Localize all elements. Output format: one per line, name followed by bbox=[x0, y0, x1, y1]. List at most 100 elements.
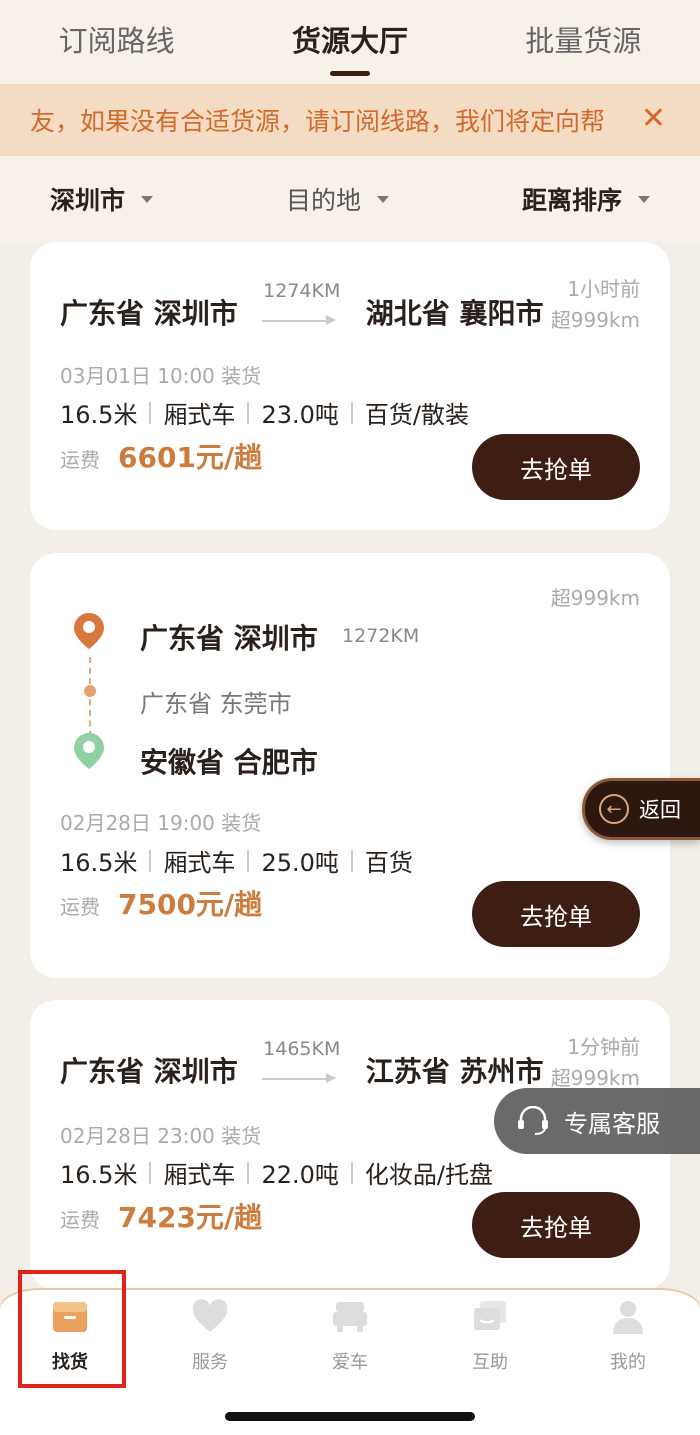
arrow-right-icon bbox=[261, 320, 332, 322]
via-city: 广东省 东莞市 bbox=[140, 690, 292, 718]
tab-cargo-hall-label: 货源大厅 bbox=[291, 24, 408, 58]
post-time: 1分钟前 bbox=[567, 1035, 640, 1059]
freight: 运费 6601元/趟 bbox=[60, 436, 262, 476]
distance-limit: 超999km bbox=[550, 586, 640, 610]
caret-down-icon bbox=[141, 195, 154, 203]
filter-bar: 深圳市 目的地 距离排序 bbox=[0, 156, 700, 242]
route-distance: 1465KM bbox=[256, 1038, 348, 1090]
back-label: 返回 bbox=[639, 798, 681, 822]
cargo-card[interactable]: 1小时前 超999km 广东省 深圳市 1274KM 湖北省 襄阳市 03月01… bbox=[30, 242, 670, 530]
origin-filter-label: 深圳市 bbox=[50, 186, 126, 215]
divider bbox=[247, 849, 250, 872]
nav-label: 互助 bbox=[472, 1352, 508, 1373]
cargo-specs: 16.5米 厢式车 23.0吨 百货/散装 bbox=[60, 395, 469, 430]
close-icon[interactable]: ✕ bbox=[641, 104, 666, 134]
user-icon bbox=[613, 1301, 643, 1334]
destination-pin-icon bbox=[74, 733, 104, 769]
truck-length: 16.5米 bbox=[60, 849, 138, 877]
divider bbox=[149, 401, 152, 424]
back-button[interactable]: ← 返回 bbox=[582, 778, 700, 840]
destination-filter[interactable]: 目的地 bbox=[286, 181, 389, 217]
origin-city: 广东省 深圳市 bbox=[140, 622, 318, 655]
tab-cargo-hall[interactable]: 货源大厅 bbox=[291, 18, 408, 76]
divider bbox=[149, 1161, 152, 1184]
tab-bulk-cargo[interactable]: 批量货源 bbox=[525, 18, 641, 66]
back-arrow-icon: ← bbox=[599, 794, 629, 824]
cargo-weight: 22.0吨 bbox=[261, 1161, 339, 1189]
cargo-specs: 16.5米 厢式车 25.0吨 百货 bbox=[60, 843, 413, 878]
load-time: 02月28日 19:00 装货 bbox=[60, 811, 262, 835]
route-distance-label: 1465KM bbox=[263, 1038, 341, 1060]
arrowhead bbox=[325, 315, 336, 325]
nav-mutual-aid[interactable]: 互助 bbox=[440, 1298, 540, 1378]
divider bbox=[350, 1161, 353, 1184]
caret-down-icon bbox=[377, 195, 389, 203]
destination-filter-label: 目的地 bbox=[285, 186, 361, 215]
arrow-right-icon bbox=[261, 1078, 332, 1080]
customer-service-label: 专属客服 bbox=[564, 1109, 660, 1138]
destination-city: 安徽省 合肥市 bbox=[140, 746, 318, 779]
goods-type: 百货 bbox=[364, 849, 413, 877]
chat-icon bbox=[474, 1301, 506, 1330]
vehicle-type: 厢式车 bbox=[163, 849, 236, 877]
load-time: 02月28日 23:00 装货 bbox=[60, 1124, 262, 1148]
vehicle-type: 厢式车 bbox=[163, 401, 236, 429]
origin-filter[interactable]: 深圳市 bbox=[50, 181, 154, 217]
cargo-weight: 23.0吨 bbox=[261, 401, 339, 429]
distance-limit: 超999km bbox=[550, 308, 640, 332]
active-tab-indicator bbox=[329, 71, 370, 76]
heart-icon bbox=[192, 1299, 228, 1332]
freight: 运费 7423元/趟 bbox=[60, 1196, 262, 1236]
freight: 运费 7500元/趟 bbox=[60, 883, 262, 923]
tab-subscribed-routes[interactable]: 订阅路线 bbox=[59, 18, 175, 66]
freight-value: 6601元/趟 bbox=[118, 441, 263, 474]
cargo-weight: 25.0吨 bbox=[261, 849, 339, 877]
origin-city: 广东省 深圳市 bbox=[60, 297, 238, 330]
grab-order-button[interactable]: 去抢单 bbox=[472, 1192, 640, 1258]
home-indicator bbox=[225, 1412, 475, 1421]
customer-service-button[interactable]: 专属客服 bbox=[494, 1088, 700, 1154]
nav-car[interactable]: 爱车 bbox=[300, 1298, 400, 1378]
freight-value: 7423元/趟 bbox=[118, 1201, 263, 1234]
car-icon bbox=[333, 1302, 367, 1332]
divider bbox=[247, 401, 250, 424]
divider bbox=[350, 849, 353, 872]
card-time-info: 1分钟前 超999km bbox=[551, 1032, 640, 1094]
top-tabs: 订阅路线 货源大厅 批量货源 bbox=[0, 0, 700, 84]
truck-length: 16.5米 bbox=[60, 1161, 138, 1189]
grab-order-button[interactable]: 去抢单 bbox=[472, 434, 640, 500]
origin-city: 广东省 深圳市 bbox=[60, 1055, 238, 1088]
route-dashed-line bbox=[89, 657, 91, 737]
goods-type: 化妆品/托盘 bbox=[364, 1161, 493, 1189]
freight-label: 运费 bbox=[60, 1208, 100, 1232]
goods-type: 百货/散装 bbox=[364, 401, 469, 429]
route-distance: 1272KM bbox=[342, 625, 420, 647]
sort-filter[interactable]: 距离排序 bbox=[522, 181, 650, 217]
via-dot bbox=[84, 685, 96, 697]
notice-text: 友，如果没有合适货源，请订阅线路，我们将定向帮 bbox=[30, 107, 606, 136]
truck-length: 16.5米 bbox=[60, 401, 138, 429]
destination-city: 江苏省 苏州市 bbox=[365, 1055, 544, 1088]
divider bbox=[350, 401, 353, 424]
post-time: 1小时前 bbox=[567, 277, 640, 301]
highlight-box bbox=[18, 1270, 126, 1388]
freight-label: 运费 bbox=[60, 895, 100, 919]
divider bbox=[149, 849, 152, 872]
nav-service[interactable]: 服务 bbox=[160, 1298, 260, 1378]
route: 广东省 深圳市 1465KM 江苏省 苏州市 bbox=[60, 1038, 544, 1090]
headset-icon bbox=[518, 1106, 548, 1135]
nav-label: 爱车 bbox=[332, 1352, 368, 1373]
origin-pin-icon bbox=[74, 613, 104, 649]
nav-mine[interactable]: 我的 bbox=[578, 1298, 678, 1378]
nav-label: 服务 bbox=[192, 1352, 228, 1373]
subscribe-notice: 友，如果没有合适货源，请订阅线路，我们将定向帮 ✕ bbox=[0, 84, 700, 156]
arrowhead bbox=[325, 1073, 336, 1083]
cargo-specs: 16.5米 厢式车 22.0吨 化妆品/托盘 bbox=[60, 1155, 493, 1190]
nav-label: 我的 bbox=[610, 1352, 646, 1373]
grab-order-button[interactable]: 去抢单 bbox=[472, 881, 640, 947]
route: 广东省 深圳市 1274KM 湖北省 襄阳市 bbox=[60, 280, 544, 332]
route-distance: 1274KM bbox=[256, 280, 348, 332]
cargo-card[interactable]: 超999km 广东省 深圳市 1272KM 广东省 东莞市 安徽省 合肥市 02… bbox=[30, 553, 670, 978]
caret-down-icon bbox=[637, 195, 650, 203]
card-time-info: 1小时前 超999km bbox=[551, 274, 640, 336]
